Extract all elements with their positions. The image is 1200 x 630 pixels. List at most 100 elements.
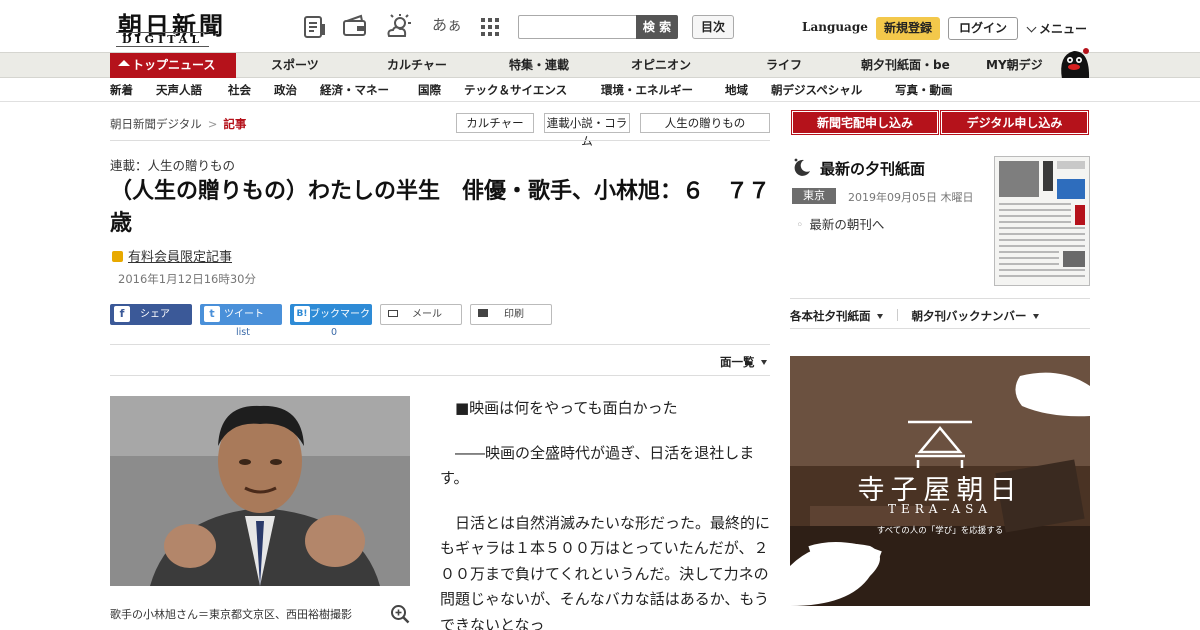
nav-item-my-asahi[interactable]: MY朝デジ <box>986 53 1043 78</box>
printer-icon <box>478 309 488 317</box>
divider <box>110 140 770 141</box>
nav-sub-tech[interactable]: テック＆サイエンス <box>464 78 567 102</box>
terra-asa-advertisement[interactable]: 寺子屋朝日 TERA-ASA すべての人の「学び」を応援する <box>790 356 1090 606</box>
twitter-icon: t <box>204 306 220 322</box>
backnumber-label: 朝夕刊バックナンバー <box>911 309 1027 323</box>
nav-sub-tenseijingo[interactable]: 天声人語 <box>156 78 202 102</box>
ad-subtitle: TERA-ASA <box>887 502 993 516</box>
print-button[interactable]: 印刷 <box>470 304 552 325</box>
nav-item-paper[interactable]: 朝夕刊紙面・be <box>861 53 950 78</box>
region-badge: 東京 <box>792 188 836 204</box>
article-paragraph: ■映画は何をやっても面白かった <box>455 399 678 417</box>
share-label: ツイート <box>224 309 264 320</box>
divider <box>110 344 770 345</box>
morning-edition-label: 最新の朝刊へ <box>809 217 885 232</box>
share-label: シェア <box>140 309 170 320</box>
article-photo[interactable] <box>110 396 410 586</box>
newspaper-page-illustration <box>995 157 1089 285</box>
issue-date: 2019年09月05日 木曜日 <box>848 191 974 204</box>
morning-edition-link[interactable]: ◦ 最新の朝刊へ <box>796 214 884 233</box>
breadcrumb-home[interactable]: 朝日新聞デジタル <box>110 117 202 131</box>
hatena-bookmark-button[interactable]: B! ブックマーク <box>290 304 372 325</box>
site-header: 朝日新聞 DIGITAL あぁ 検 索 目次 Language 新規登録 ログイ… <box>0 0 1200 52</box>
facebook-icon: f <box>114 306 130 322</box>
nav-sub-environment[interactable]: 環境・エネルギー <box>601 78 693 102</box>
nav-sub-society[interactable]: 社会 <box>228 78 251 102</box>
nav-sub-photo[interactable]: 写真・動画 <box>895 78 953 102</box>
mascot-icon[interactable] <box>1056 45 1094 79</box>
divider <box>790 298 1090 299</box>
hatena-icon: B! <box>294 306 310 322</box>
tag-culture[interactable]: カルチャー <box>456 113 534 133</box>
nav-sub-region[interactable]: 地域 <box>725 78 748 102</box>
apps-grid-icon[interactable] <box>478 14 504 40</box>
hatena-count: 0 <box>331 327 338 338</box>
breadcrumb-separator: > <box>207 117 218 131</box>
share-label: メール <box>412 309 442 320</box>
toc-button[interactable]: 目次 <box>692 15 734 39</box>
sub-navigation: 新着 天声人語 社会 政治 経済・マネー 国際 テック＆サイエンス 環境・エネル… <box>0 78 1200 102</box>
moon-icon <box>794 158 810 176</box>
subscribe-paper-button[interactable]: 新聞宅配申し込み <box>791 110 939 135</box>
article-body: ■映画は何をやっても面白かった ――映画の全盛時代が過ぎ、日活を退社します。 日… <box>440 396 770 630</box>
mail-button[interactable]: メール <box>380 304 462 325</box>
nav-item-top-news[interactable]: トップニュース <box>110 53 236 78</box>
portrait-illustration <box>110 396 410 586</box>
font-size-icon[interactable]: あぁ <box>432 14 462 35</box>
tag-serial-column[interactable]: 連載小説・コラム <box>544 113 630 148</box>
evening-edition-title[interactable]: 最新の夕刊紙面 <box>820 158 925 179</box>
weather-icon[interactable] <box>386 14 412 40</box>
search-input[interactable] <box>518 15 638 39</box>
home-icon <box>118 60 130 66</box>
nav-sub-international[interactable]: 国際 <box>418 78 441 102</box>
caret-down-icon <box>1032 314 1039 319</box>
breadcrumb: 朝日新聞デジタル > 記事 <box>110 116 246 132</box>
nav-sub-special[interactable]: 朝デジスペシャル <box>771 78 862 102</box>
nav-item-label: トップニュース <box>132 58 216 72</box>
pages-menu-label: 面一覧 <box>720 355 755 369</box>
wallet-icon[interactable] <box>342 14 368 40</box>
nav-item-culture[interactable]: カルチャー <box>387 53 447 78</box>
article-paragraph: 日活とは自然消滅みたいな形だった。最終的にもギャラは１本５００万はとっていたんだ… <box>440 513 771 630</box>
nav-item-life[interactable]: ライフ <box>766 53 802 78</box>
menu-button[interactable]: メニュー <box>1026 20 1087 37</box>
bullet-icon: ◦ <box>796 217 804 232</box>
newspaper-thumbnail[interactable] <box>994 156 1090 286</box>
regional-evening-dropdown[interactable]: 各本社夕刊紙面 <box>790 309 883 323</box>
nav-item-opinion[interactable]: オピニオン <box>631 53 691 78</box>
edition-links: 各本社夕刊紙面 朝夕刊バックナンバー <box>790 308 1039 324</box>
nav-item-sports[interactable]: スポーツ <box>271 53 319 78</box>
newspaper-icon[interactable] <box>302 14 328 40</box>
main-navigation: トップニュース スポーツ カルチャー 特集・連載 オピニオン ライフ 朝夕刊紙面… <box>0 48 1200 79</box>
share-label: ブックマーク <box>310 309 370 320</box>
site-logo-sub[interactable]: DIGITAL <box>116 32 210 47</box>
facebook-share-button[interactable]: f シェア <box>110 304 192 325</box>
paid-member-label[interactable]: 有料会員限定記事 <box>112 246 232 265</box>
language-link[interactable]: Language <box>802 20 868 34</box>
series-label[interactable]: 連載：人生の贈りもの <box>110 155 235 174</box>
nav-item-features[interactable]: 特集・連載 <box>509 53 569 78</box>
zoom-icon[interactable] <box>390 604 410 624</box>
pages-menu-button[interactable]: 面一覧 <box>720 354 767 370</box>
mail-icon <box>388 310 398 317</box>
article-paragraph: ――映画の全盛時代が過ぎ、日活を退社します。 <box>440 443 755 488</box>
share-label: 印刷 <box>504 309 524 320</box>
ad-tagline: すべての人の「学び」を応援する <box>876 526 1004 536</box>
breadcrumb-current: 記事 <box>223 117 247 131</box>
nav-sub-latest[interactable]: 新着 <box>110 78 133 102</box>
login-button[interactable]: ログイン <box>948 17 1018 40</box>
chevron-down-icon <box>1026 22 1037 33</box>
twitter-count[interactable]: list <box>236 327 250 338</box>
nav-sub-politics[interactable]: 政治 <box>274 78 297 102</box>
register-button[interactable]: 新規登録 <box>876 17 940 40</box>
twitter-share-button[interactable]: t ツイート <box>200 304 282 325</box>
nav-sub-economy[interactable]: 経済・マネー <box>320 78 389 102</box>
search-button[interactable]: 検 索 <box>636 15 678 39</box>
paid-member-text: 有料会員限定記事 <box>128 250 233 265</box>
backnumber-dropdown[interactable]: 朝夕刊バックナンバー <box>912 309 1039 323</box>
lock-icon <box>112 251 123 262</box>
subscribe-digital-button[interactable]: デジタル申し込み <box>940 110 1089 135</box>
tag-series[interactable]: 人生の贈りもの <box>640 113 770 133</box>
caret-down-icon <box>760 360 767 365</box>
publish-date: 2016年1月12日16時30分 <box>118 272 256 286</box>
